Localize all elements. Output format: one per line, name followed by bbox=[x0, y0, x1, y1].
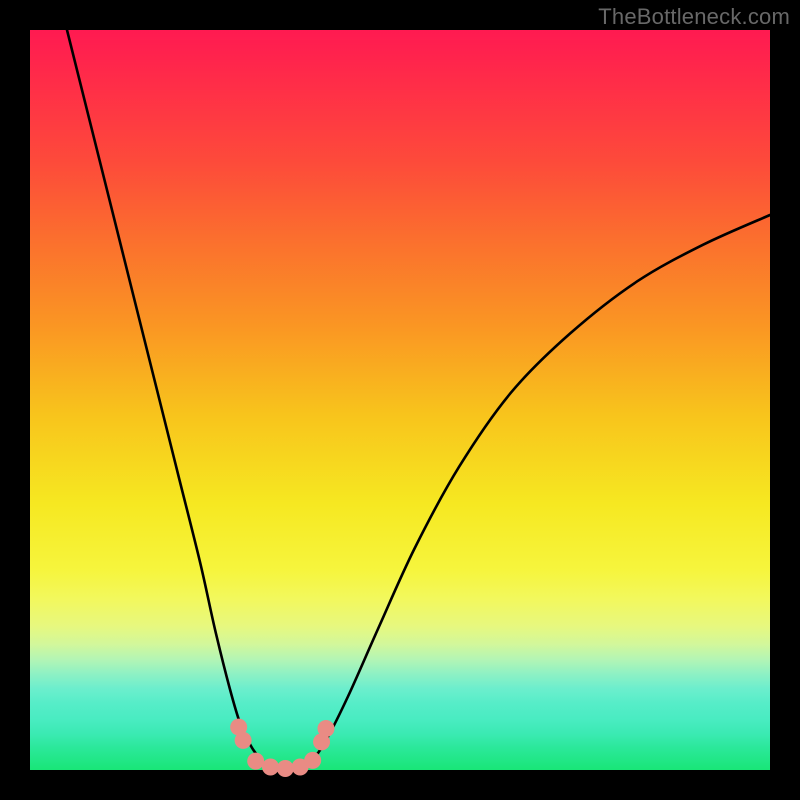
curve-group bbox=[67, 30, 770, 769]
bottleneck-curve bbox=[67, 30, 770, 769]
watermark-text: TheBottleneck.com bbox=[598, 4, 790, 30]
marker-group bbox=[230, 719, 334, 777]
chart-frame: TheBottleneck.com bbox=[0, 0, 800, 800]
data-marker bbox=[277, 760, 294, 777]
data-marker bbox=[304, 752, 321, 769]
curve-svg bbox=[30, 30, 770, 770]
data-marker bbox=[318, 720, 335, 737]
data-marker bbox=[235, 732, 252, 749]
data-marker bbox=[262, 759, 279, 776]
data-marker bbox=[247, 753, 264, 770]
plot-area bbox=[30, 30, 770, 770]
